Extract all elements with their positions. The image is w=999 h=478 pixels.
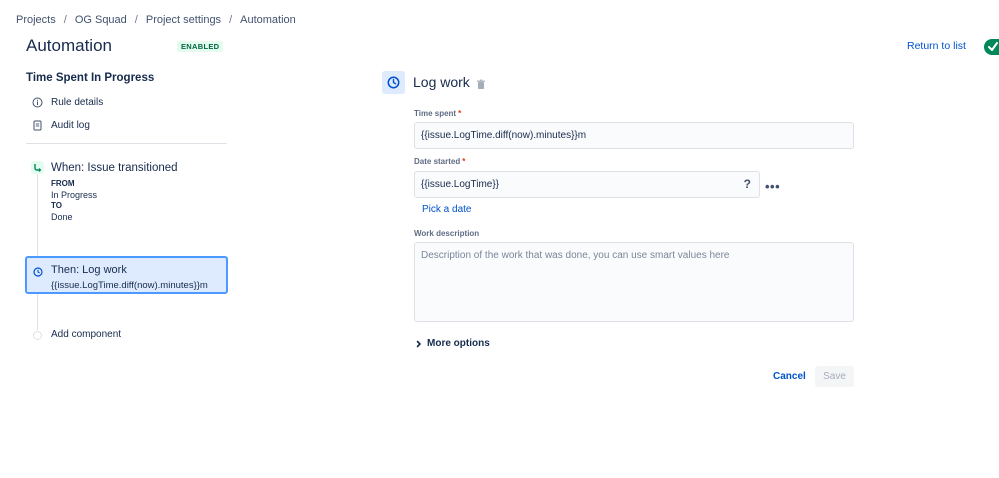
breadcrumb-projects[interactable]: Projects [16, 14, 56, 26]
save-button[interactable]: Save [815, 366, 854, 387]
add-component-button[interactable]: Add component [51, 329, 121, 340]
action-card-log-work[interactable]: Then: Log work {{issue.LogTime.diff(now)… [25, 256, 228, 294]
status-badge: ENABLED [177, 41, 224, 52]
trigger-from-value: In Progress [51, 190, 98, 200]
date-started-label: Date started * [414, 157, 465, 166]
date-started-value: {{issue.LogTime}} [421, 179, 500, 190]
sidebar-divider [26, 143, 227, 144]
page-title: Automation [26, 36, 112, 55]
rule-enabled-toggle[interactable] [984, 39, 999, 55]
clock-icon [33, 264, 43, 277]
rule-name: Time Spent In Progress [26, 72, 155, 84]
action-title: Then: Log work [51, 264, 127, 276]
required-mark: * [458, 109, 462, 118]
pick-a-date-link[interactable]: Pick a date [422, 204, 471, 215]
required-mark: * [462, 157, 466, 166]
rule-details-link[interactable]: Rule details [32, 97, 103, 108]
breadcrumb-separator: / [134, 14, 138, 26]
action-subtitle: {{issue.LogTime.diff(now).minutes}}m [51, 280, 208, 291]
trash-icon[interactable] [476, 77, 486, 89]
trigger-title[interactable]: When: Issue transitioned [51, 162, 178, 174]
document-icon [32, 120, 43, 131]
info-icon [32, 97, 43, 108]
audit-log-link[interactable]: Audit log [32, 120, 90, 131]
breadcrumb-project-settings[interactable]: Project settings [146, 14, 221, 26]
more-options-toggle[interactable]: More options [414, 338, 490, 349]
date-started-input[interactable]: {{issue.LogTime}} ? [414, 171, 760, 198]
chevron-right-icon [414, 339, 424, 349]
check-icon [988, 40, 998, 57]
audit-log-label: Audit log [51, 120, 90, 131]
clock-icon [382, 71, 405, 94]
time-spent-value: {{issue.LogTime.diff(now).minutes}}m [421, 130, 587, 141]
time-spent-label: Time spent * [414, 109, 461, 118]
more-options-label: More options [427, 338, 490, 349]
rule-timeline [37, 172, 38, 330]
add-component-dot [33, 331, 42, 340]
time-spent-label-text: Time spent [414, 109, 457, 118]
breadcrumb-separator: / [63, 14, 67, 26]
rule-details-label: Rule details [51, 97, 104, 108]
return-to-list-link[interactable]: Return to list [907, 40, 966, 52]
breadcrumb-og-squad[interactable]: OG Squad [75, 14, 127, 26]
breadcrumb: Projects / OG Squad / Project settings /… [16, 14, 296, 26]
trigger-to-label: TO [51, 201, 62, 210]
date-started-label-text: Date started [414, 157, 461, 166]
time-spent-input[interactable]: {{issue.LogTime.diff(now).minutes}}m [414, 122, 854, 149]
work-description-placeholder: Description of the work that was done, y… [421, 250, 730, 261]
breadcrumb-automation[interactable]: Automation [240, 14, 296, 26]
cancel-button[interactable]: Cancel [768, 366, 811, 387]
branch-icon [31, 161, 44, 174]
more-actions-button[interactable]: ••• [765, 179, 780, 194]
work-description-label: Work description [414, 229, 480, 238]
trigger-to-value: Done [51, 212, 73, 222]
trigger-from-label: FROM [51, 179, 75, 188]
help-icon[interactable]: ? [744, 177, 751, 191]
work-description-textarea[interactable]: Description of the work that was done, y… [414, 242, 854, 322]
panel-title: Log work [413, 74, 470, 90]
breadcrumb-separator: / [229, 14, 233, 26]
